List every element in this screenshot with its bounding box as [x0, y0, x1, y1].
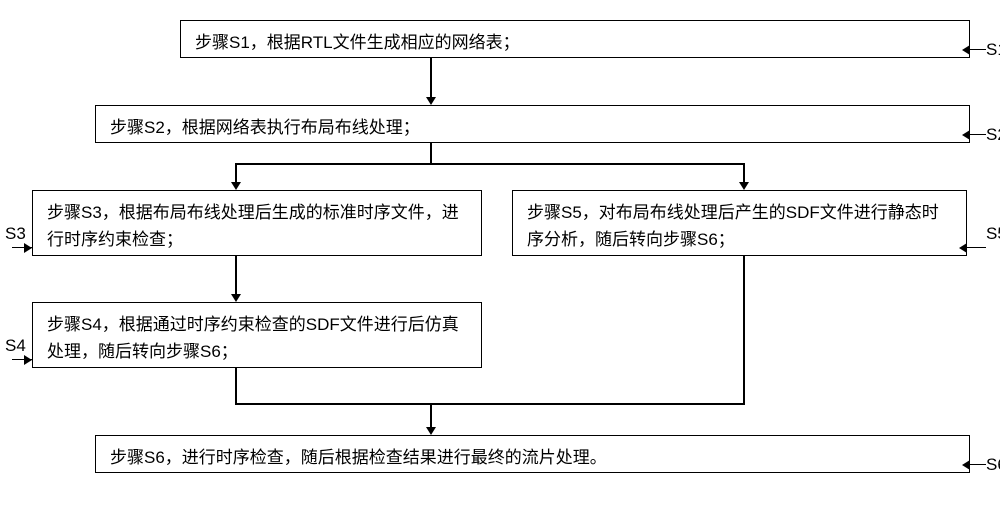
step-s3-label: S3: [5, 224, 26, 244]
connector: [970, 464, 986, 465]
arrow-down-icon: [231, 294, 241, 302]
step-s1-label: S1: [986, 40, 1000, 60]
arrow-left-icon: [962, 45, 970, 55]
step-s6-label: S6: [986, 455, 1000, 475]
arrow-left-icon: [962, 130, 970, 140]
step-s1-text: 步骤S1，根据RTL文件生成相应的网络表；: [195, 33, 520, 52]
arrow-left-icon: [962, 460, 970, 470]
step-s2-text: 步骤S2，根据网络表执行布局布线处理；: [110, 118, 420, 137]
connector: [743, 163, 745, 182]
step-s4-box: 步骤S4，根据通过时序约束检查的SDF文件进行后仿真处理，随后转向步骤S6；: [32, 302, 482, 368]
connector: [235, 368, 237, 403]
step-s3-box: 步骤S3，根据布局布线处理后生成的标准时序文件，进行时序约束检查；: [32, 190, 482, 256]
arrow-right-icon: [24, 243, 32, 253]
connector: [970, 134, 986, 135]
connector: [235, 403, 745, 405]
connector: [743, 256, 745, 403]
connector: [430, 143, 432, 163]
step-s2-label: S2: [986, 125, 1000, 145]
arrow-down-icon: [426, 97, 436, 105]
step-s5-label: S5: [986, 224, 1000, 244]
step-s2-box: 步骤S2，根据网络表执行布局布线处理；: [95, 105, 970, 143]
connector: [970, 49, 986, 50]
flowchart-container: 步骤S1，根据RTL文件生成相应的网络表； S1 步骤S2，根据网络表执行布局布…: [0, 0, 1000, 515]
step-s6-box: 步骤S6，进行时序检查，随后根据检查结果进行最终的流片处理。: [95, 435, 970, 473]
step-s5-text: 步骤S5，对布局布线处理后产生的SDF文件进行静态时序分析，随后转向步骤S6；: [527, 203, 939, 249]
step-s6-text: 步骤S6，进行时序检查，随后根据检查结果进行最终的流片处理。: [110, 448, 607, 467]
connector: [235, 163, 237, 182]
step-s3-text: 步骤S3，根据布局布线处理后生成的标准时序文件，进行时序约束检查；: [47, 203, 459, 249]
step-s1-box: 步骤S1，根据RTL文件生成相应的网络表；: [180, 20, 970, 58]
step-s5-box: 步骤S5，对布局布线处理后产生的SDF文件进行静态时序分析，随后转向步骤S6；: [512, 190, 967, 256]
connector: [967, 247, 986, 248]
arrow-right-icon: [24, 355, 32, 365]
connector: [430, 58, 432, 97]
step-s4-text: 步骤S4，根据通过时序约束检查的SDF文件进行后仿真处理，随后转向步骤S6；: [47, 315, 459, 361]
arrow-down-icon: [426, 427, 436, 435]
step-s4-label: S4: [5, 336, 26, 356]
connector: [235, 163, 745, 165]
arrow-left-icon: [959, 243, 967, 253]
arrow-down-icon: [739, 182, 749, 190]
connector: [235, 256, 237, 294]
arrow-down-icon: [231, 182, 241, 190]
connector: [430, 403, 432, 427]
